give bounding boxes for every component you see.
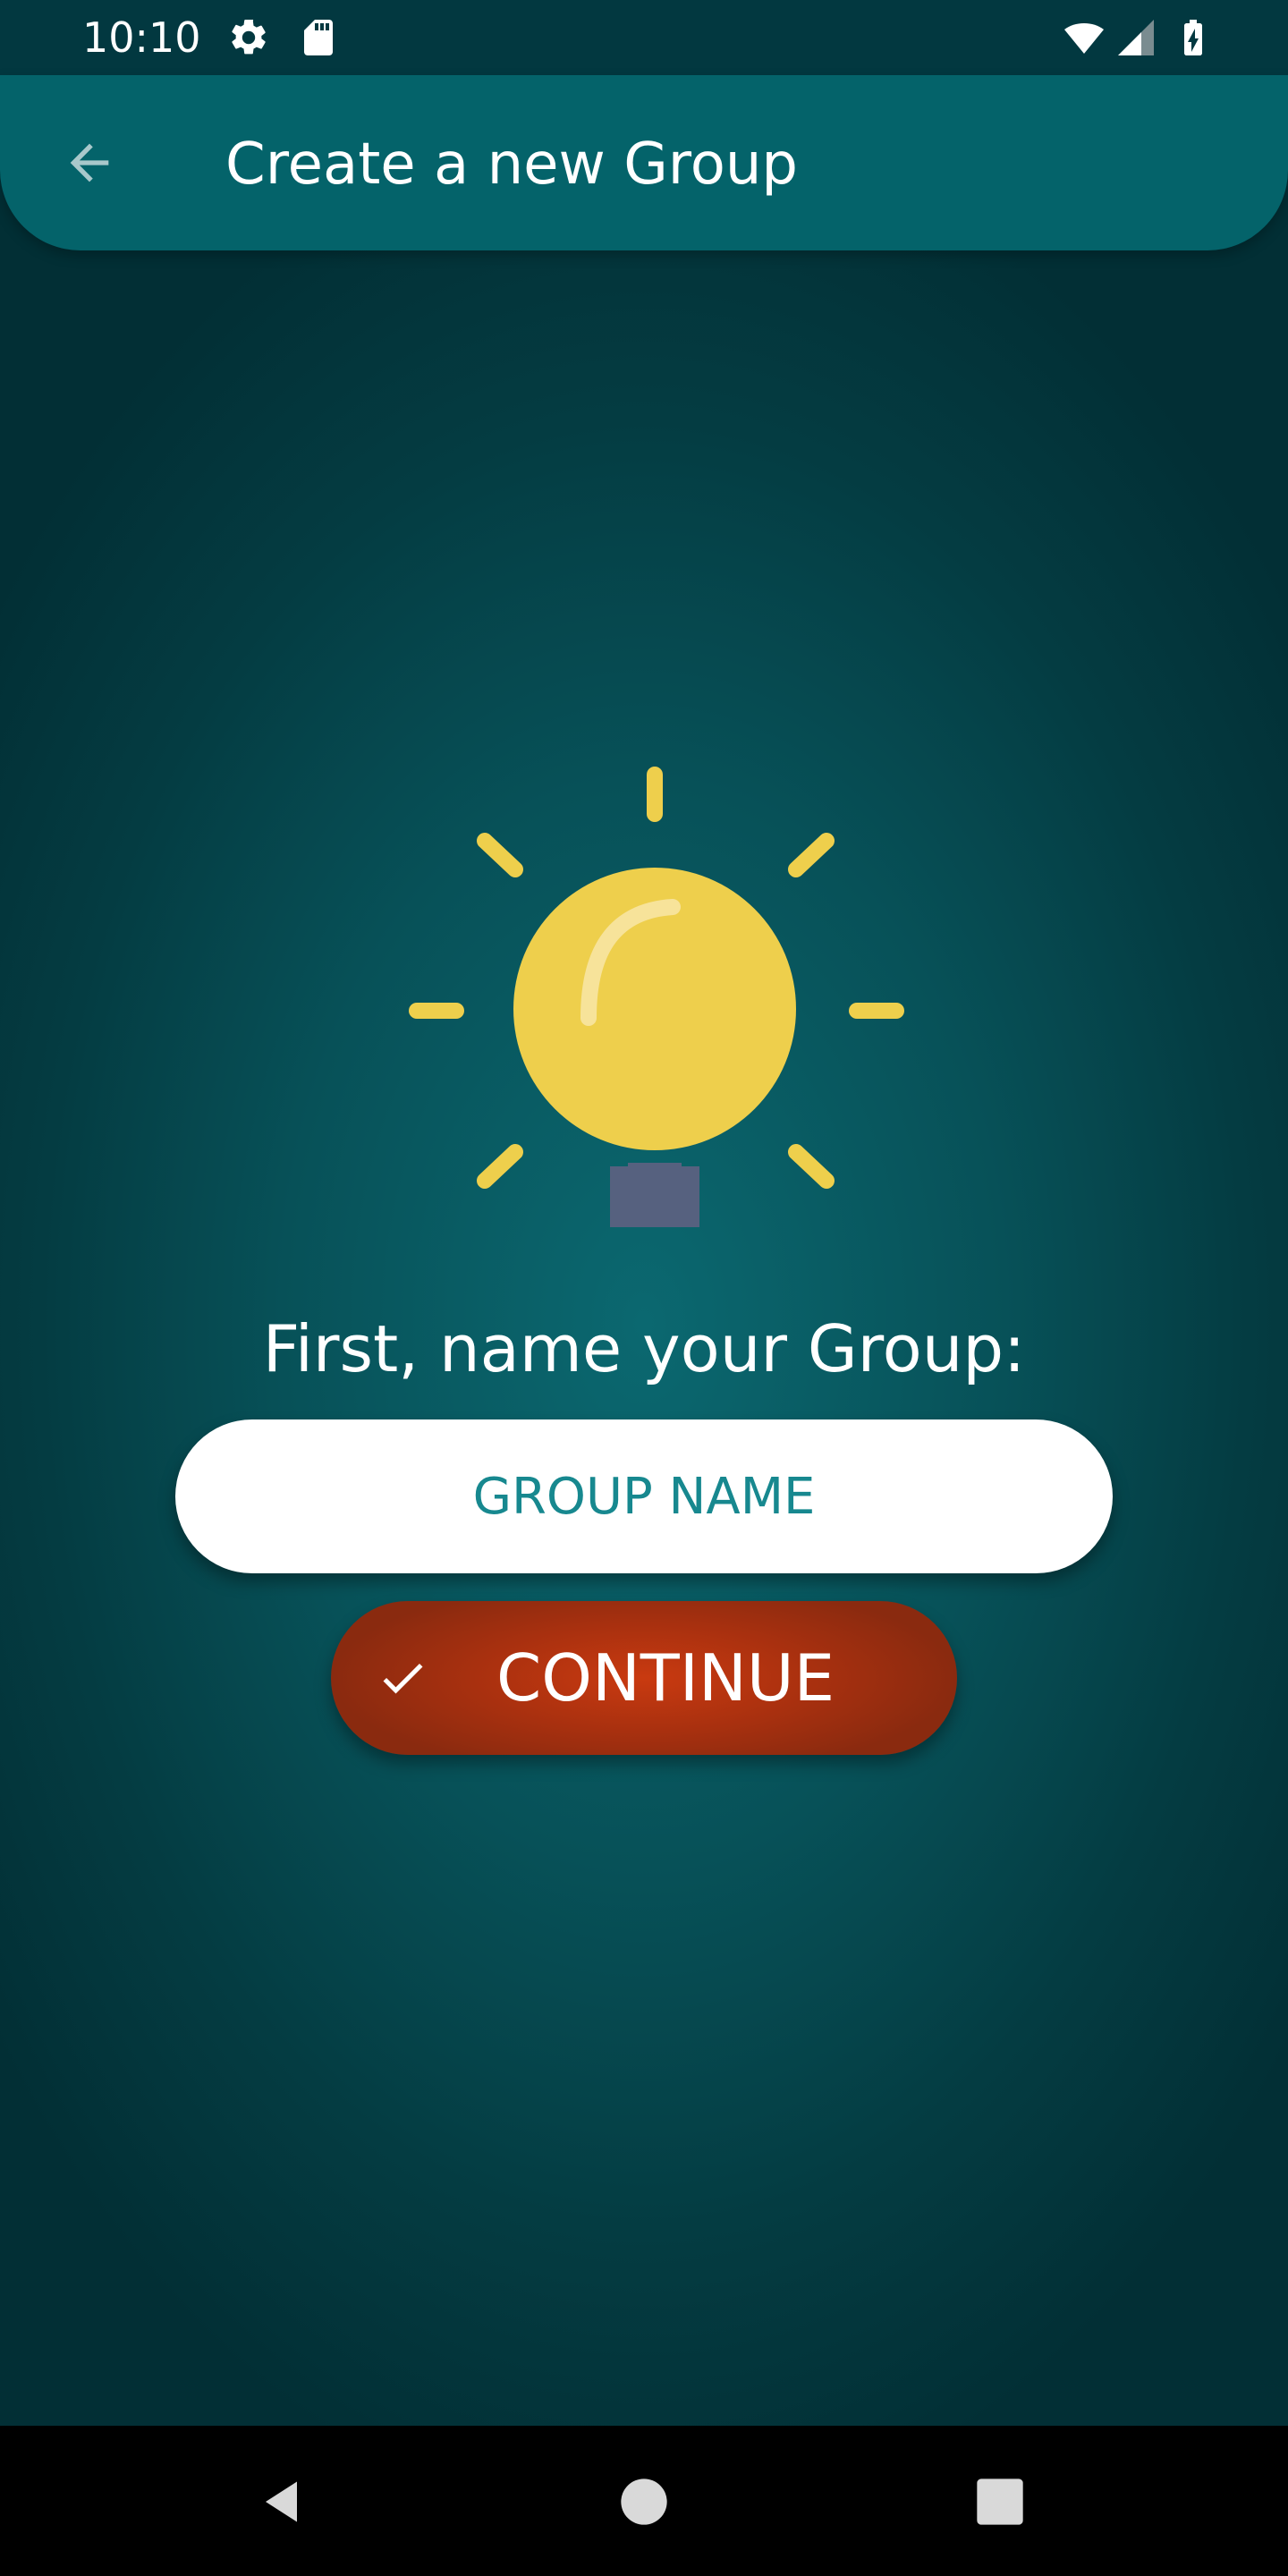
continue-button[interactable]: CONTINUE [331,1601,957,1755]
lightbulb-icon [409,767,904,1227]
nav-home-button[interactable] [604,2462,684,2542]
arrow-left-icon [70,143,109,182]
back-triangle-icon [266,2481,297,2522]
status-time: 10:10 [82,13,201,62]
app-bar: Create a new Group [0,75,1288,250]
back-button[interactable] [50,123,129,202]
page-title: Create a new Group [225,131,799,198]
settings-icon [232,19,266,55]
home-circle-icon [621,2479,667,2525]
sd-card-icon [304,20,333,55]
nav-back-button[interactable] [243,2462,324,2542]
battery-charging-icon [1184,20,1202,55]
navigation-bar [0,2426,1288,2576]
status-bar: 10:10 [0,0,1288,75]
wifi-icon [1064,23,1104,54]
cell-signal-icon [1118,20,1154,55]
nav-recents-button[interactable] [960,2462,1040,2542]
prompt-text: First, name your Group: [262,1311,1026,1386]
check-icon [383,1663,423,1694]
group-name-input[interactable] [175,1419,1113,1573]
recents-square-icon [977,2479,1023,2525]
continue-label: CONTINUE [496,1640,835,1716]
